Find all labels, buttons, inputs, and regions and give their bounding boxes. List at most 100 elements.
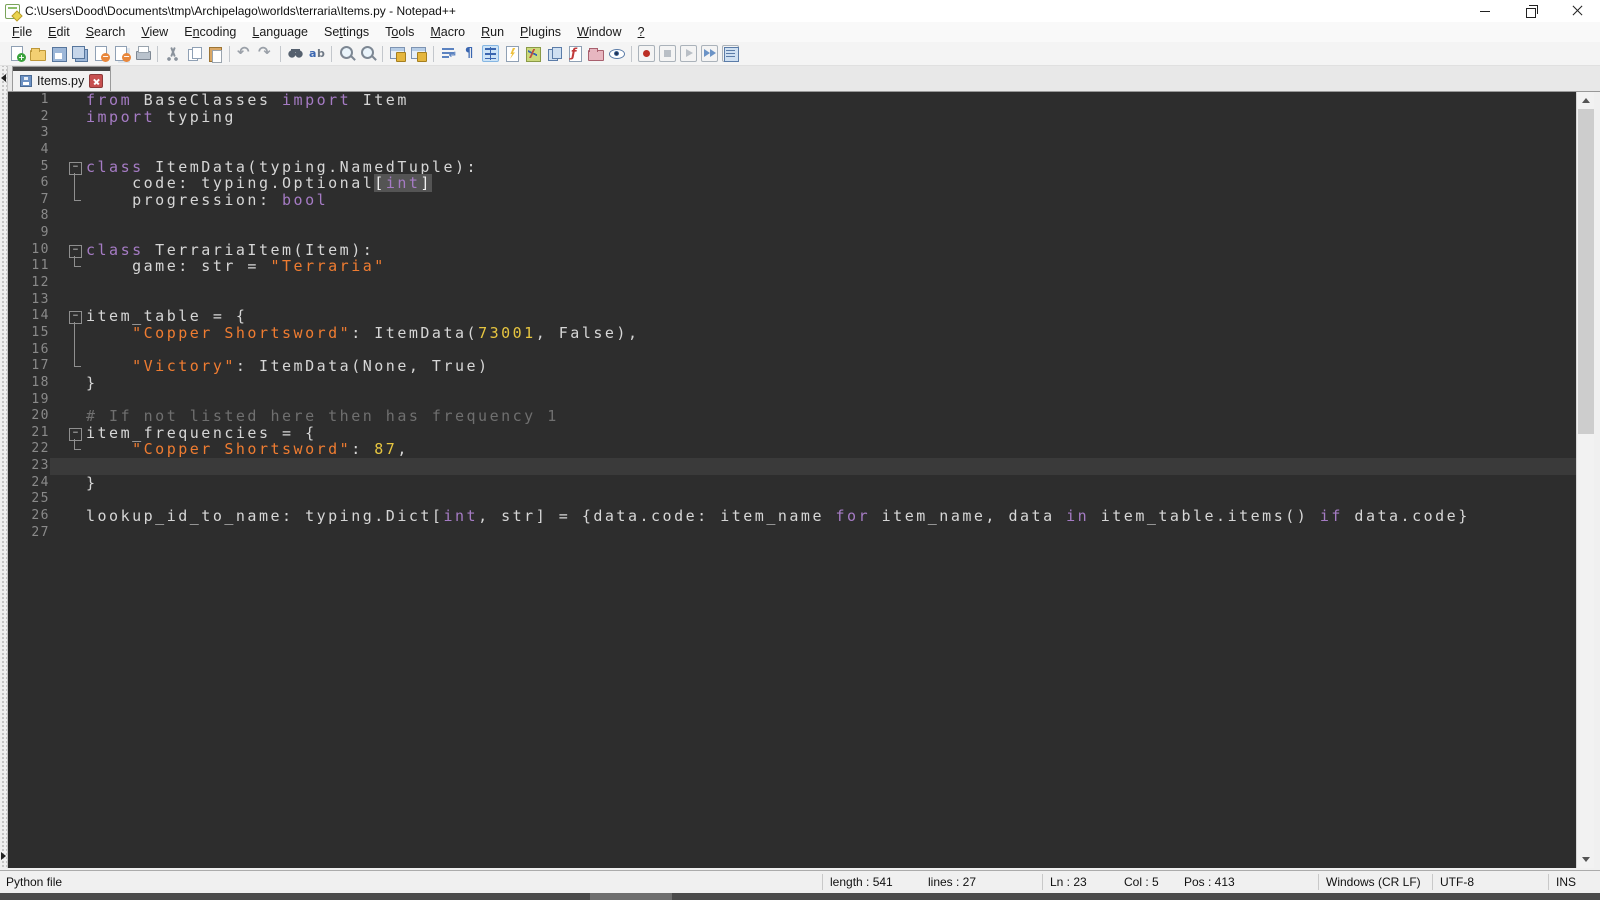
menu-language[interactable]: Language: [244, 23, 316, 41]
menu-tools[interactable]: Tools: [377, 23, 422, 41]
copy-icon[interactable]: [185, 45, 202, 62]
code-line-body[interactable]: [50, 525, 1576, 542]
code-line-body[interactable]: [50, 275, 1576, 292]
status-insert-mode[interactable]: INS: [1556, 875, 1576, 889]
replace-icon[interactable]: [308, 45, 325, 62]
menu-macro[interactable]: Macro: [422, 23, 473, 41]
dock-grip-strip[interactable]: [0, 66, 8, 868]
code-line-body[interactable]: from BaseClasses import Item: [50, 92, 1576, 109]
fold-collapse-icon[interactable]: [50, 308, 80, 325]
function-list-icon[interactable]: [566, 45, 583, 62]
indent-guide-icon[interactable]: [482, 45, 499, 62]
line-number[interactable]: 4: [8, 142, 50, 159]
print-icon[interactable]: [134, 45, 151, 62]
code-line-body[interactable]: "Victory": ItemData(None, True): [50, 358, 1576, 375]
macro-run-multiple-icon[interactable]: [701, 45, 718, 62]
define-language-icon[interactable]: [503, 45, 520, 62]
paste-icon[interactable]: [206, 45, 223, 62]
tab-close-icon[interactable]: [89, 74, 103, 88]
line-number[interactable]: 7: [8, 192, 50, 209]
code-line-body[interactable]: item_frequencies = {: [50, 425, 1576, 442]
code-line-body[interactable]: game: str = "Terraria": [50, 258, 1576, 275]
code-line-body[interactable]: lookup_id_to_name: typing.Dict[int, str]…: [50, 508, 1576, 525]
menu-settings[interactable]: Settings: [316, 23, 377, 41]
folder-as-workspace-icon[interactable]: [587, 45, 604, 62]
fold-collapse-icon[interactable]: [50, 159, 80, 176]
close-file-icon[interactable]: [92, 45, 109, 62]
line-number[interactable]: 25: [8, 491, 50, 508]
line-number[interactable]: 18: [8, 375, 50, 392]
line-number[interactable]: 26: [8, 508, 50, 525]
line-number[interactable]: 27: [8, 525, 50, 542]
menu-view[interactable]: View: [133, 23, 176, 41]
zoom-in-icon[interactable]: [338, 45, 355, 62]
document-map-icon[interactable]: [524, 45, 541, 62]
line-number[interactable]: 8: [8, 208, 50, 225]
sync-horizontal-scroll-icon[interactable]: [410, 45, 427, 62]
line-number[interactable]: 16: [8, 342, 50, 359]
close-all-icon[interactable]: [113, 45, 130, 62]
macro-play-icon[interactable]: [680, 45, 697, 62]
fold-collapse-icon[interactable]: [50, 425, 80, 442]
code-line-body[interactable]: [50, 342, 1576, 359]
macro-save-icon[interactable]: [722, 45, 739, 62]
code-line-body[interactable]: code: typing.Optional[int]: [50, 175, 1576, 192]
document-list-icon[interactable]: [545, 45, 562, 62]
line-number[interactable]: 20: [8, 408, 50, 425]
redo-icon[interactable]: [257, 45, 274, 62]
restore-button[interactable]: [1508, 0, 1554, 22]
line-number[interactable]: 2: [8, 109, 50, 126]
menu-plugins[interactable]: Plugins: [512, 23, 569, 41]
sync-vertical-scroll-icon[interactable]: [389, 45, 406, 62]
code-line-body[interactable]: }: [50, 475, 1576, 492]
code-line-body[interactable]: }: [50, 375, 1576, 392]
code-line-body[interactable]: [50, 292, 1576, 309]
cut-icon[interactable]: [164, 45, 181, 62]
editor[interactable]: 1from BaseClasses import Item2import typ…: [8, 92, 1576, 868]
code-line-body[interactable]: import typing: [50, 109, 1576, 126]
line-number[interactable]: 17: [8, 358, 50, 375]
line-number[interactable]: 10: [8, 242, 50, 259]
code-line-body[interactable]: [50, 392, 1576, 409]
line-number[interactable]: 3: [8, 125, 50, 142]
menu-run[interactable]: Run: [473, 23, 512, 41]
code-line-body[interactable]: class TerrariaItem(Item):: [50, 242, 1576, 259]
line-number[interactable]: 1: [8, 92, 50, 109]
open-file-icon[interactable]: [29, 45, 46, 62]
code-line-body[interactable]: [50, 225, 1576, 242]
line-number[interactable]: 5: [8, 159, 50, 176]
word-wrap-icon[interactable]: [440, 45, 457, 62]
undo-icon[interactable]: [236, 45, 253, 62]
tab-items-py[interactable]: Items.py: [12, 66, 111, 91]
minimize-button[interactable]: [1462, 0, 1508, 22]
close-button[interactable]: [1554, 0, 1600, 22]
line-number[interactable]: 23: [8, 458, 50, 475]
line-number[interactable]: 12: [8, 275, 50, 292]
line-number[interactable]: 21: [8, 425, 50, 442]
menu-window[interactable]: Window: [569, 23, 629, 41]
code-line-body[interactable]: class ItemData(typing.NamedTuple):: [50, 159, 1576, 176]
current-line-body[interactable]: [50, 458, 1576, 475]
line-number[interactable]: 14: [8, 308, 50, 325]
code-line-body[interactable]: progression: bool: [50, 192, 1576, 209]
macro-record-icon[interactable]: [638, 45, 655, 62]
save-all-icon[interactable]: [71, 45, 88, 62]
code-line-body[interactable]: "Copper Shortsword": 87,: [50, 441, 1576, 458]
line-number[interactable]: 24: [8, 475, 50, 492]
zoom-out-icon[interactable]: [359, 45, 376, 62]
code-line-body[interactable]: [50, 125, 1576, 142]
code-line-body[interactable]: "Copper Shortsword": ItemData(73001, Fal…: [50, 325, 1576, 342]
show-all-characters-icon[interactable]: [461, 45, 478, 62]
status-encoding[interactable]: UTF-8: [1440, 875, 1474, 889]
expand-right-icon[interactable]: [1, 852, 6, 860]
monitoring-icon[interactable]: [608, 45, 625, 62]
new-file-icon[interactable]: [8, 45, 25, 62]
code-line-body[interactable]: [50, 208, 1576, 225]
scroll-down-icon[interactable]: [1577, 851, 1595, 868]
save-file-icon[interactable]: [50, 45, 67, 62]
vertical-scrollbar[interactable]: [1576, 92, 1594, 868]
line-number[interactable]: 19: [8, 392, 50, 409]
collapse-left-icon[interactable]: [1, 74, 6, 82]
menu-edit[interactable]: Edit: [40, 23, 78, 41]
code-line-body[interactable]: # If not listed here then has frequency …: [50, 408, 1576, 425]
